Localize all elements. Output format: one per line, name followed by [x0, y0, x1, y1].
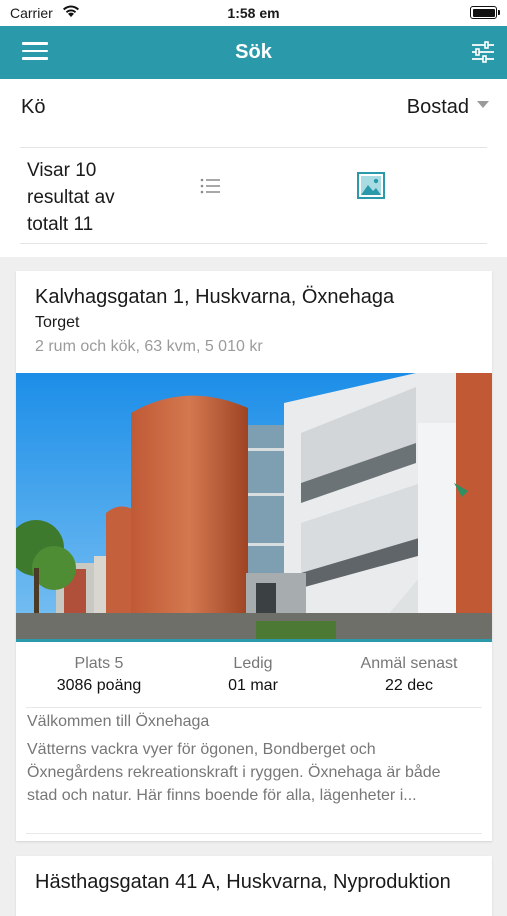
listing-address: Hästhagsgatan 41 A, Huskvarna, Nyprodukt… [35, 871, 451, 893]
status-bar: Carrier 1:58 em [0, 0, 507, 26]
listing-stats: Plats 5 3086 poäng Ledig 01 mar Anmäl se… [16, 655, 492, 705]
stat-value: 01 mar [228, 677, 278, 694]
clock: 1:58 em [227, 5, 280, 21]
stat-value: 22 dec [384, 677, 434, 694]
battery-tip [498, 10, 500, 15]
divider [26, 707, 482, 708]
stat-value: 3086 poäng [56, 677, 142, 694]
search-header: Kö Bostad Visar 10 resultat av totalt 11 [0, 79, 507, 257]
stat-label: Plats 5 [74, 655, 124, 672]
listing-description: Vätterns vackra vyer för ögonen, Bondber… [27, 741, 441, 804]
divider [26, 833, 482, 834]
divider [20, 243, 487, 244]
queue-row: Kö Bostad [0, 79, 507, 135]
listing-area: Torget [35, 314, 80, 331]
queue-label: Kö [21, 96, 46, 118]
listing-card[interactable]: Hästhagsgatan 41 A, Huskvarna, Nyprodukt… [16, 856, 492, 916]
deadline-stat: Anmäl senast 22 dec [329, 655, 489, 695]
image-accent-bar [16, 639, 492, 642]
battery-icon [470, 6, 497, 19]
results-row: Visar 10 resultat av totalt 11 [0, 147, 507, 243]
listing-photo[interactable] [16, 373, 492, 641]
image-icon[interactable] [357, 172, 385, 199]
listing-card[interactable]: Kalvhagsgatan 1, Huskvarna, Öxnehaga Tor… [16, 271, 492, 841]
available-stat: Ledig 01 mar [173, 655, 333, 695]
listing-headline: Välkommen till Öxnehaga [27, 713, 210, 730]
listing-address: Kalvhagsgatan 1, Huskvarna, Öxnehaga [35, 286, 395, 308]
sliders-icon[interactable] [471, 41, 495, 63]
nav-bar: Sök [0, 26, 507, 79]
caret-down-icon [477, 101, 489, 108]
housing-type-value: Bostad [406, 96, 469, 118]
results-count: Visar 10 resultat av totalt 11 [27, 160, 115, 235]
housing-type-select[interactable]: Bostad [407, 96, 489, 119]
building-photo [16, 373, 492, 641]
stat-label: Ledig [233, 655, 273, 672]
page-title: Sök [235, 41, 272, 63]
listing-details: 2 rum och kök, 63 kvm, 5 010 kr [35, 338, 263, 355]
stat-label: Anmäl senast [360, 655, 458, 672]
hamburger-menu-icon[interactable] [22, 42, 48, 62]
queue-position-stat: Plats 5 3086 poäng [19, 655, 179, 695]
list-icon[interactable] [200, 177, 222, 195]
